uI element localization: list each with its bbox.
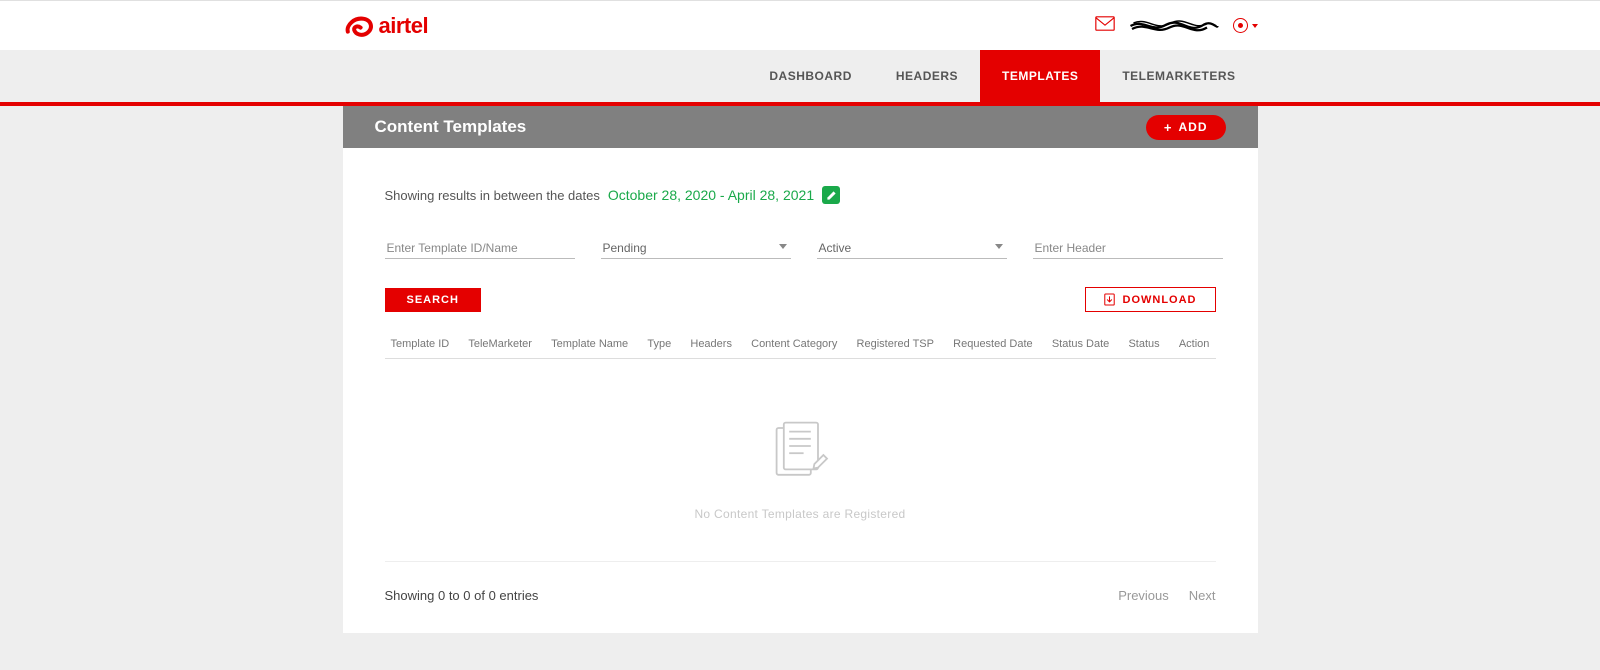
- col-template-id: Template ID: [391, 338, 450, 350]
- action-row: SEARCH DOWNLOAD: [385, 287, 1216, 312]
- col-registered-tsp: Registered TSP: [857, 338, 934, 350]
- add-button[interactable]: + ADD: [1146, 115, 1226, 140]
- content-panel: Content Templates + ADD Showing results …: [343, 106, 1258, 633]
- user-icon: [1233, 18, 1248, 33]
- nav-templates[interactable]: TEMPLATES: [980, 50, 1100, 102]
- plus-icon: +: [1164, 120, 1173, 135]
- nav-dashboard[interactable]: DASHBOARD: [747, 50, 874, 102]
- download-button[interactable]: DOWNLOAD: [1085, 287, 1216, 312]
- brand-logo[interactable]: airtel: [343, 13, 429, 39]
- state-select-value: Active: [819, 241, 852, 255]
- page-title: Content Templates: [375, 117, 527, 137]
- add-button-label: ADD: [1179, 120, 1208, 134]
- pencil-icon: [826, 190, 837, 201]
- col-status-date: Status Date: [1052, 338, 1109, 350]
- showing-text: Showing 0 to 0 of 0 entries: [385, 588, 539, 603]
- search-button[interactable]: SEARCH: [385, 288, 481, 312]
- col-requested-date: Requested Date: [953, 338, 1033, 350]
- prev-button[interactable]: Previous: [1118, 588, 1169, 603]
- user-menu[interactable]: [1233, 18, 1258, 33]
- date-prefix: Showing results in between the dates: [385, 188, 600, 203]
- col-status: Status: [1128, 338, 1159, 350]
- filters-row: Pending Active: [385, 238, 1216, 259]
- empty-document-icon: [764, 419, 836, 491]
- empty-text: No Content Templates are Registered: [385, 507, 1216, 521]
- username-redacted: [1129, 15, 1219, 37]
- table-header: Template ID TeleMarketer Template Name T…: [385, 330, 1216, 359]
- date-range: October 28, 2020 - April 28, 2021: [608, 187, 814, 203]
- header-input[interactable]: [1033, 238, 1223, 259]
- col-type: Type: [647, 338, 671, 350]
- date-filter-line: Showing results in between the dates Oct…: [385, 186, 1216, 204]
- status-select[interactable]: Pending: [601, 238, 791, 259]
- col-action: Action: [1179, 338, 1210, 350]
- topbar: airtel: [0, 0, 1600, 50]
- panel-header: Content Templates + ADD: [343, 106, 1258, 148]
- nav-headers[interactable]: HEADERS: [874, 50, 980, 102]
- panel-footer: Showing 0 to 0 of 0 entries Previous Nex…: [385, 561, 1216, 603]
- nav-telemarketers[interactable]: TELEMARKETERS: [1100, 50, 1257, 102]
- airtel-swirl-icon: [343, 13, 375, 39]
- col-telemarketer: TeleMarketer: [468, 338, 532, 350]
- download-icon: [1104, 293, 1115, 306]
- col-headers: Headers: [690, 338, 732, 350]
- col-content-category: Content Category: [751, 338, 837, 350]
- main-nav: DASHBOARD HEADERS TEMPLATES TELEMARKETER…: [0, 50, 1600, 106]
- empty-state: No Content Templates are Registered: [385, 359, 1216, 561]
- mail-icon[interactable]: [1095, 16, 1115, 36]
- chevron-down-icon: [779, 244, 787, 249]
- edit-date-button[interactable]: [822, 186, 840, 204]
- download-button-label: DOWNLOAD: [1123, 294, 1197, 306]
- pager: Previous Next: [1118, 588, 1215, 603]
- brand-name: airtel: [379, 13, 429, 39]
- state-select[interactable]: Active: [817, 238, 1007, 259]
- next-button[interactable]: Next: [1189, 588, 1216, 603]
- col-template-name: Template Name: [551, 338, 628, 350]
- chevron-down-icon: [995, 244, 1003, 249]
- chevron-down-icon: [1252, 24, 1258, 28]
- status-select-value: Pending: [603, 241, 647, 255]
- template-id-input[interactable]: [385, 238, 575, 259]
